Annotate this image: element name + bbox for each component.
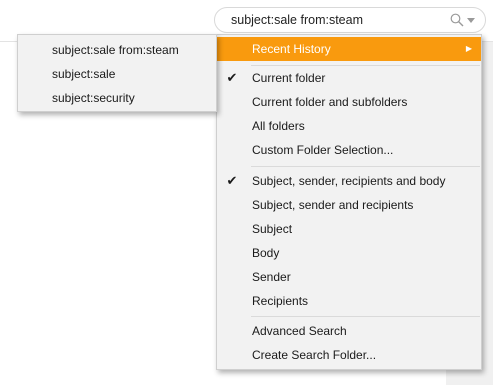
checkmark-icon: ✔ <box>226 173 238 188</box>
history-item-label: subject:sale from:steam <box>52 43 179 57</box>
menu-item-subject-sender-recipients-body[interactable]: ✔ Subject, sender, recipients and body <box>217 169 481 193</box>
chevron-down-icon[interactable] <box>467 18 475 24</box>
menu-separator <box>251 166 480 167</box>
menu-item-create-search-folder[interactable]: Create Search Folder... <box>217 343 481 367</box>
menu-item-label: Advanced Search <box>252 324 347 338</box>
menu-item-subject[interactable]: Subject <box>217 217 481 241</box>
menu-item-label: Current folder and subfolders <box>252 95 408 109</box>
menu-item-label: All folders <box>252 119 305 133</box>
search-box[interactable]: subject:sale from:steam <box>214 7 486 33</box>
search-options-menu: Recent History ▶ ✔ Current folder Curren… <box>216 34 482 370</box>
menu-separator <box>251 316 480 317</box>
menu-item-label: Sender <box>252 270 291 284</box>
menu-item-label: Custom Folder Selection... <box>252 143 394 157</box>
menu-item-label: Current folder <box>252 71 326 85</box>
menu-item-label: Subject <box>252 222 293 236</box>
menu-item-label: Subject, sender, recipients and body <box>252 174 446 188</box>
history-item[interactable]: subject:security <box>18 86 216 110</box>
menu-item-label: Recipients <box>252 294 309 308</box>
menu-item-label: Subject, sender and recipients <box>252 198 414 212</box>
checkmark-icon: ✔ <box>226 70 238 85</box>
menu-item-label: Create Search Folder... <box>252 348 377 362</box>
menu-item-current-folder-and-subfolders[interactable]: Current folder and subfolders <box>217 90 481 114</box>
history-item[interactable]: subject:sale from:steam <box>18 38 216 62</box>
recent-history-submenu: subject:sale from:steam subject:sale sub… <box>17 34 217 112</box>
search-query-text[interactable]: subject:sale from:steam <box>231 13 363 27</box>
menu-item-subject-sender-recipients[interactable]: Subject, sender and recipients <box>217 193 481 217</box>
submenu-arrow-icon: ▶ <box>465 44 472 53</box>
history-item[interactable]: subject:sale <box>18 62 216 86</box>
menu-item-current-folder[interactable]: ✔ Current folder <box>217 66 481 90</box>
history-item-label: subject:sale <box>52 67 116 81</box>
menu-item-label: Recent History <box>252 42 331 56</box>
menu-item-all-folders[interactable]: All folders <box>217 114 481 138</box>
menu-item-sender[interactable]: Sender <box>217 265 481 289</box>
menu-item-label: Body <box>252 246 280 260</box>
search-icon[interactable] <box>450 13 464 27</box>
menu-item-recent-history[interactable]: Recent History ▶ <box>217 37 481 61</box>
menu-item-body[interactable]: Body <box>217 241 481 265</box>
menu-item-custom-folder-selection[interactable]: Custom Folder Selection... <box>217 138 481 162</box>
menu-item-advanced-search[interactable]: Advanced Search <box>217 319 481 343</box>
menu-item-recipients[interactable]: Recipients <box>217 289 481 313</box>
history-item-label: subject:security <box>52 91 135 105</box>
